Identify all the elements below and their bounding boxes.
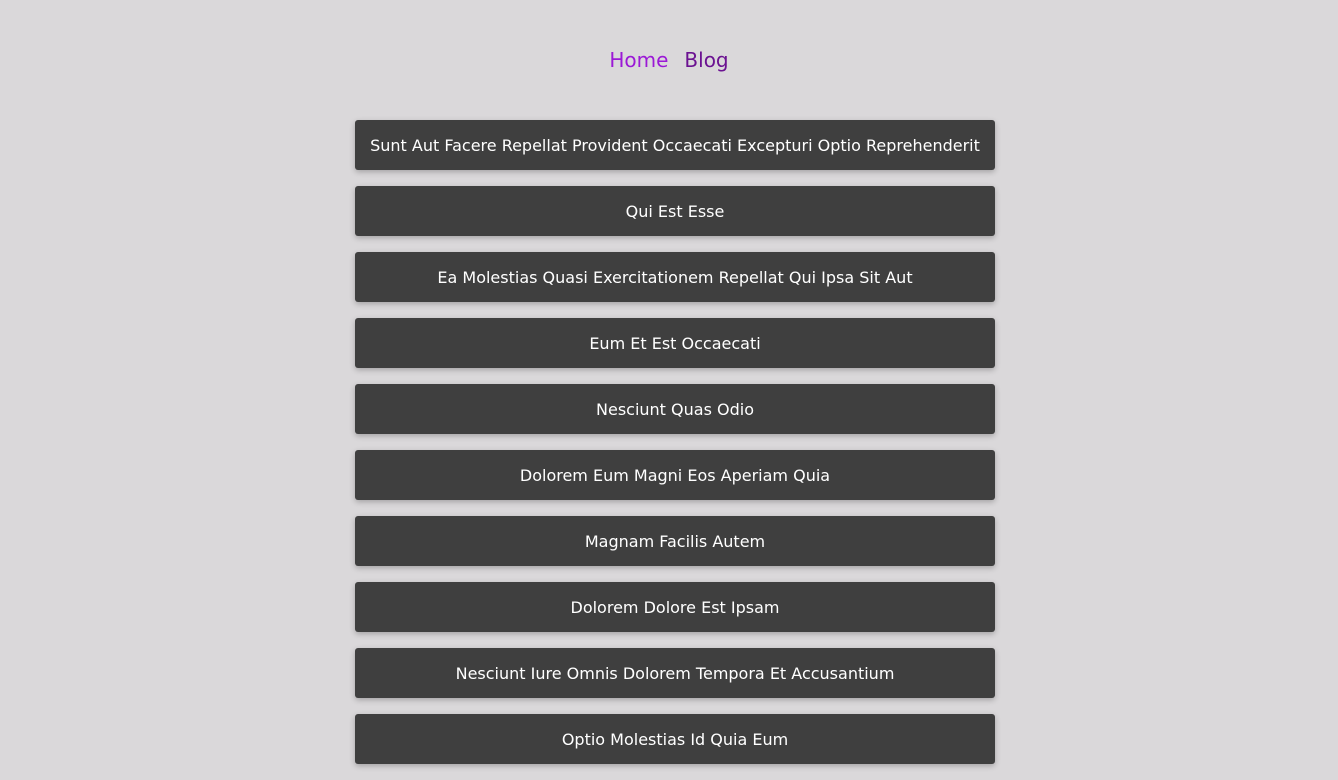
post-title: Eum Et Est Occaecati <box>589 333 761 353</box>
nav-link-blog[interactable]: Blog <box>684 44 728 76</box>
post-title: Nesciunt Quas Odio <box>596 399 754 419</box>
post-title: Magnam Facilis Autem <box>584 531 766 551</box>
post-item[interactable]: Nesciunt Quas Odio <box>355 384 995 434</box>
nav-link-home[interactable]: Home <box>609 44 668 76</box>
post-title: Ea Molestias Quasi Exercitationem Repell… <box>437 267 913 287</box>
post-item[interactable]: Sunt Aut Facere Repellat Provident Occae… <box>355 120 995 170</box>
post-item[interactable]: Ea Molestias Quasi Exercitationem Repell… <box>355 252 995 302</box>
post-item[interactable]: Magnam Facilis Autem <box>355 516 995 566</box>
post-list: Sunt Aut Facere Repellat Provident Occae… <box>355 120 995 780</box>
post-title: Optio Molestias Id Quia Eum <box>561 729 789 749</box>
post-item[interactable]: Nesciunt Iure Omnis Dolorem Tempora Et A… <box>355 648 995 698</box>
post-title: Nesciunt Iure Omnis Dolorem Tempora Et A… <box>455 663 895 683</box>
post-item[interactable]: Eum Et Est Occaecati <box>355 318 995 368</box>
post-item[interactable]: Dolorem Eum Magni Eos Aperiam Quia <box>355 450 995 500</box>
top-nav: Home Blog <box>0 44 1338 76</box>
post-item[interactable]: Dolorem Dolore Est Ipsam <box>355 582 995 632</box>
post-item[interactable]: Optio Molestias Id Quia Eum <box>355 714 995 764</box>
post-title: Dolorem Eum Magni Eos Aperiam Quia <box>519 465 831 485</box>
post-item[interactable]: Qui Est Esse <box>355 186 995 236</box>
post-title: Qui Est Esse <box>625 201 725 221</box>
post-title: Sunt Aut Facere Repellat Provident Occae… <box>370 135 980 155</box>
post-title: Dolorem Dolore Est Ipsam <box>570 597 780 617</box>
